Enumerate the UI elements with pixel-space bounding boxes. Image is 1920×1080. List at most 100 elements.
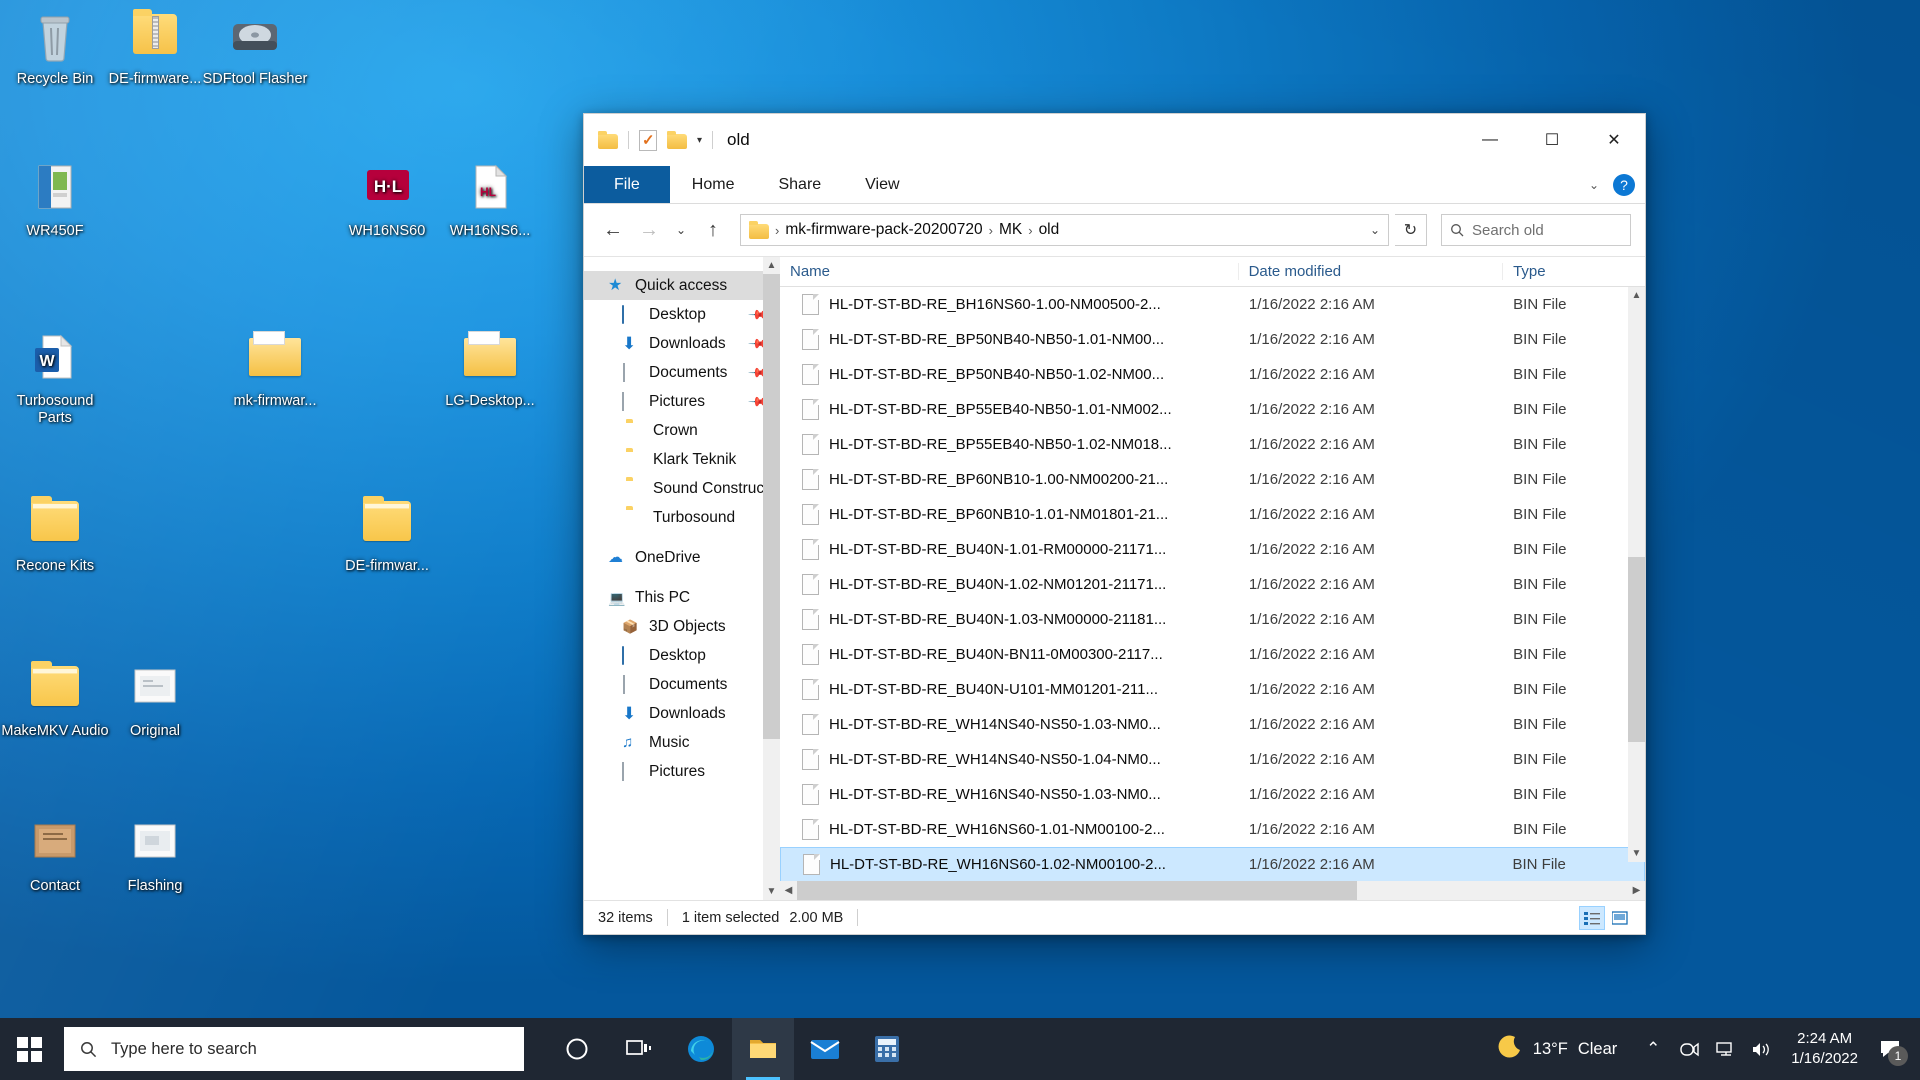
- camera-icon[interactable]: [1671, 1018, 1707, 1080]
- sidebar-item-this-pc[interactable]: 💻 This PC: [584, 583, 780, 612]
- up-button[interactable]: ↑: [698, 215, 728, 245]
- desktop-icon-wh16ns6-doc[interactable]: HL WH16NS6...: [435, 160, 545, 240]
- sidebar-item-sound-construct[interactable]: Sound Construct: [584, 474, 780, 503]
- chevron-down-icon[interactable]: ▾: [697, 135, 702, 146]
- desktop-icon-original[interactable]: Original: [100, 660, 210, 740]
- column-header-type[interactable]: Type: [1503, 263, 1645, 280]
- desktop-icon-contact[interactable]: Contact: [0, 815, 110, 895]
- table-row[interactable]: HL-DT-ST-BD-RE_WH14NS40-NS50-1.03-NM0...…: [780, 707, 1645, 742]
- tab-file[interactable]: File: [584, 166, 670, 203]
- back-button[interactable]: ←: [598, 215, 628, 245]
- file-name-cell[interactable]: HL-DT-ST-BD-RE_BP50NB40-NB50-1.01-NM00..…: [780, 329, 1239, 350]
- sidebar-item-pictures[interactable]: Pictures 📌: [584, 387, 780, 416]
- large-icons-view-button[interactable]: [1607, 906, 1633, 930]
- refresh-button[interactable]: ↻: [1395, 214, 1427, 246]
- desktop-icon-de-firmware[interactable]: DE-firmwar...: [332, 495, 442, 575]
- details-view-button[interactable]: [1579, 905, 1605, 930]
- table-row[interactable]: HL-DT-ST-BD-RE_BU40N-U101-MM01201-211...…: [780, 672, 1645, 707]
- window-titlebar[interactable]: ▾ old — ☐ ✕: [584, 114, 1645, 166]
- minimize-button[interactable]: —: [1459, 114, 1521, 166]
- file-name-cell[interactable]: HL-DT-ST-BD-RE_BP60NB10-1.01-NM01801-21.…: [780, 504, 1239, 525]
- file-name-cell[interactable]: HL-DT-ST-BD-RE_BU40N-BN11-0M00300-2117..…: [780, 644, 1239, 665]
- address-bar[interactable]: › mk-firmware-pack-20200720 › MK › old ⌄: [740, 214, 1389, 246]
- file-name-cell[interactable]: HL-DT-ST-BD-RE_WH16NS40-NS50-1.03-NM0...: [780, 784, 1239, 805]
- new-folder-icon[interactable]: [667, 130, 687, 149]
- cortana-icon[interactable]: [546, 1018, 608, 1080]
- table-row[interactable]: HL-DT-ST-BD-RE_BP60NB10-1.01-NM01801-21.…: [780, 497, 1645, 532]
- table-row[interactable]: HL-DT-ST-BD-RE_WH14NS40-NS50-1.04-NM0...…: [780, 742, 1645, 777]
- table-row[interactable]: HL-DT-ST-BD-RE_BP60NB10-1.00-NM00200-21.…: [780, 462, 1645, 497]
- folder-icon[interactable]: [598, 130, 618, 149]
- sidebar-item-desktop[interactable]: Desktop 📌: [584, 300, 780, 329]
- sidebar-item-pictures-pc[interactable]: Pictures: [584, 757, 780, 786]
- file-name-cell[interactable]: HL-DT-ST-BD-RE_BU40N-1.01-RM00000-21171.…: [780, 539, 1239, 560]
- close-button[interactable]: ✕: [1583, 114, 1645, 166]
- table-row[interactable]: HL-DT-ST-BD-RE_WH16NS40-NS50-1.03-NM0...…: [780, 777, 1645, 812]
- file-name-cell[interactable]: HL-DT-ST-BD-RE_BP55EB40-NB50-1.01-NM002.…: [780, 399, 1239, 420]
- column-header-name[interactable]: Name ⌃: [780, 263, 1239, 280]
- file-name-cell[interactable]: HL-DT-ST-BD-RE_WH14NS40-NS50-1.03-NM0...: [780, 714, 1239, 735]
- file-name-cell[interactable]: HL-DT-ST-BD-RE_WH16NS60-1.01-NM00100-2..…: [780, 819, 1239, 840]
- desktop-icon-de-firmware-zip[interactable]: DE-firmware...: [100, 8, 210, 88]
- table-row[interactable]: HL-DT-ST-BD-RE_WH16NS60-1.01-NM00100-2..…: [780, 812, 1645, 847]
- desktop-icon-wh16ns60[interactable]: H·L WH16NS60: [332, 160, 442, 240]
- sidebar-item-downloads[interactable]: ⬇ Downloads 📌: [584, 329, 780, 358]
- network-icon[interactable]: [1707, 1018, 1743, 1080]
- sidebar-item-documents[interactable]: Documents 📌: [584, 358, 780, 387]
- file-name-cell[interactable]: HL-DT-ST-BD-RE_BU40N-U101-MM01201-211...: [780, 679, 1239, 700]
- file-name-cell[interactable]: HL-DT-ST-BD-RE_BH16NS60-1.00-NM00500-2..…: [780, 294, 1239, 315]
- scroll-up-icon[interactable]: ▲: [763, 257, 780, 274]
- chevron-down-icon[interactable]: ⌄: [1589, 178, 1599, 192]
- sidebar-item-klark-teknik[interactable]: Klark Teknik: [584, 445, 780, 474]
- file-name-cell[interactable]: HL-DT-ST-BD-RE_BU40N-1.02-NM01201-21171.…: [780, 574, 1239, 595]
- desktop-icon-mk-firmware[interactable]: mk-firmwar...: [220, 330, 330, 410]
- table-row[interactable]: HL-DT-ST-BD-RE_BU40N-1.02-NM01201-21171.…: [780, 567, 1645, 602]
- maximize-button[interactable]: ☐: [1521, 114, 1583, 166]
- properties-icon[interactable]: [639, 129, 657, 151]
- sidebar-item-3d-objects[interactable]: 📦 3D Objects: [584, 612, 780, 641]
- taskbar-search-box[interactable]: Type here to search: [64, 1027, 524, 1071]
- scrollbar-thumb[interactable]: [1628, 557, 1645, 742]
- desktop-icon-sdftool-flasher[interactable]: SDFtool Flasher: [200, 8, 310, 88]
- table-row-selected[interactable]: HL-DT-ST-BD-RE_WH16NS60-1.02-NM00100-2..…: [780, 847, 1645, 881]
- table-row[interactable]: HL-DT-ST-BD-RE_BU40N-BN11-0M00300-2117..…: [780, 637, 1645, 672]
- scroll-right-icon[interactable]: ▶: [1628, 885, 1645, 896]
- breadcrumb-item-3[interactable]: old: [1039, 221, 1060, 239]
- desktop-icon-makemkv-audio[interactable]: MakeMKV Audio: [0, 660, 110, 740]
- tab-home[interactable]: Home: [670, 166, 757, 203]
- desktop-icon-recycle-bin[interactable]: Recycle Bin: [0, 8, 110, 88]
- file-name-cell[interactable]: HL-DT-ST-BD-RE_BU40N-1.03-NM00000-21181.…: [780, 609, 1239, 630]
- column-header-date-modified[interactable]: Date modified: [1239, 263, 1504, 280]
- calculator-icon[interactable]: [856, 1018, 918, 1080]
- taskbar-search-input[interactable]: Type here to search: [111, 1040, 257, 1059]
- table-row[interactable]: HL-DT-ST-BD-RE_BH16NS60-1.00-NM00500-2..…: [780, 287, 1645, 322]
- desktop-icon-lg-desktop[interactable]: LG-Desktop...: [435, 330, 545, 410]
- desktop-icon-flashing[interactable]: Flashing: [100, 815, 210, 895]
- search-box[interactable]: Search old: [1441, 214, 1631, 246]
- help-icon[interactable]: ?: [1613, 174, 1635, 196]
- notification-center-button[interactable]: 1: [1870, 1018, 1910, 1080]
- table-row[interactable]: HL-DT-ST-BD-RE_BU40N-1.01-RM00000-21171.…: [780, 532, 1645, 567]
- sidebar-item-music[interactable]: ♫ Music: [584, 728, 780, 757]
- start-button[interactable]: [0, 1018, 58, 1080]
- sidebar-item-onedrive[interactable]: ☁ OneDrive: [584, 543, 780, 572]
- navigation-scrollbar[interactable]: ▲ ▼: [763, 257, 780, 900]
- desktop-icon-recone-kits[interactable]: Recone Kits: [0, 495, 110, 575]
- breadcrumb-item-1[interactable]: mk-firmware-pack-20200720: [785, 221, 982, 239]
- file-name-cell[interactable]: HL-DT-ST-BD-RE_BP60NB10-1.00-NM00200-21.…: [780, 469, 1239, 490]
- scroll-down-icon[interactable]: ▼: [763, 883, 780, 900]
- file-name-cell[interactable]: HL-DT-ST-BD-RE_BP50NB40-NB50-1.02-NM00..…: [780, 364, 1239, 385]
- search-input[interactable]: Search old: [1472, 222, 1544, 239]
- recent-locations-icon[interactable]: ⌄: [670, 215, 692, 245]
- breadcrumb-item-2[interactable]: MK: [999, 221, 1022, 239]
- file-name-cell[interactable]: HL-DT-ST-BD-RE_WH16NS60-1.02-NM00100-2..…: [781, 854, 1239, 875]
- clock[interactable]: 2:24 AM 1/16/2022: [1779, 1029, 1870, 1069]
- edge-icon[interactable]: [670, 1018, 732, 1080]
- sidebar-item-quick-access[interactable]: ★ Quick access: [584, 271, 780, 300]
- file-list-vertical-scrollbar[interactable]: ▲ ▼: [1628, 287, 1645, 862]
- tray-overflow-icon[interactable]: ⌃: [1635, 1018, 1671, 1080]
- sidebar-item-crown[interactable]: Crown: [584, 416, 780, 445]
- scroll-left-icon[interactable]: ◀: [780, 885, 797, 896]
- tab-share[interactable]: Share: [756, 166, 843, 203]
- desktop-icon-turbosound-parts[interactable]: W Turbosound Parts: [0, 330, 110, 427]
